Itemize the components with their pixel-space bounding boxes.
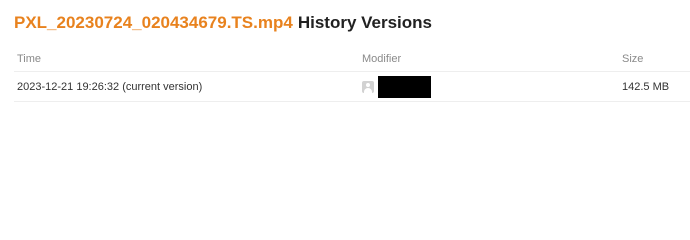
version-time: 2023-12-21 19:26:32 (current version) (14, 71, 359, 102)
modifier-name-redacted[interactable] (378, 75, 431, 98)
file-name-link[interactable]: PXL_20230724_020434679.TS.mp4 (14, 13, 293, 32)
modifier-column-header: Modifier (359, 47, 619, 72)
size-column-header: Size (619, 47, 690, 72)
modifier-cell (362, 75, 619, 98)
time-column-header: Time (14, 47, 359, 72)
history-versions-table: Time Modifier Size 2023-12-21 19:26:32 (… (14, 47, 690, 102)
version-modifier (359, 71, 619, 102)
avatar-icon (362, 80, 374, 93)
page-title: PXL_20230724_020434679.TS.mp4 History Ver… (14, 10, 432, 36)
table-header-row: Time Modifier Size (14, 47, 690, 72)
version-size: 142.5 MB (619, 71, 690, 102)
history-versions-heading: History Versions (297, 13, 432, 32)
avatar-head (366, 82, 370, 87)
avatar-shoulders (364, 87, 372, 93)
table-row: 2023-12-21 19:26:32 (current version) 14… (14, 71, 690, 102)
